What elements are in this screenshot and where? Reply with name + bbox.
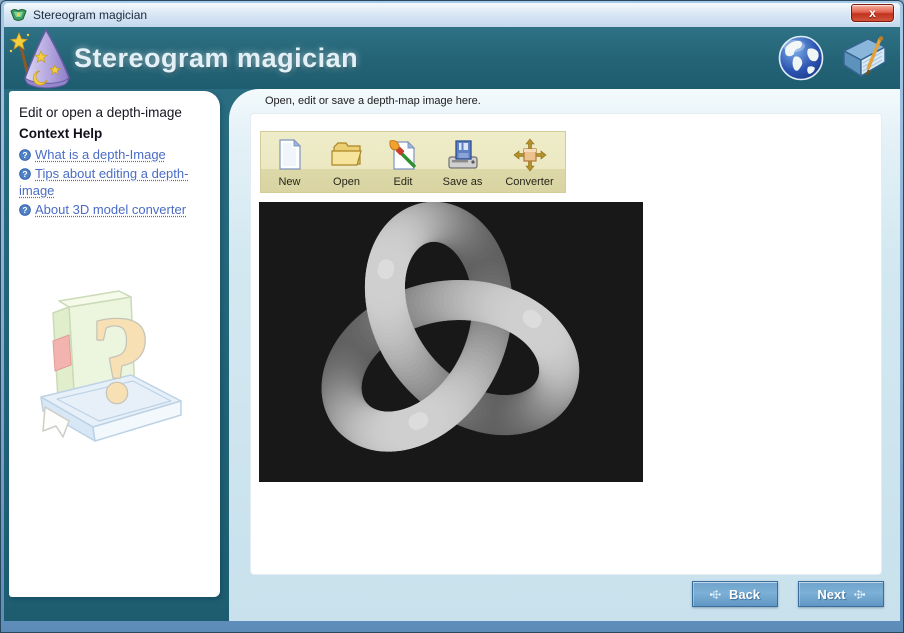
toolbar-label: Edit (394, 173, 413, 192)
wizard-body: Open, edit or save a depth-map image her… (4, 89, 900, 621)
help-books-illustration: ? (23, 279, 195, 457)
context-help-sidebar: Edit or open a depth-image Context Help … (9, 91, 220, 597)
back-button-label: Back (729, 587, 760, 602)
back-button[interactable]: Back (692, 581, 778, 607)
header-banner: Stereogram magician (4, 27, 900, 89)
toolbar-label: Save as (443, 173, 483, 192)
help-link-what-is-depth-image[interactable]: ? What is a depth-Image (19, 146, 212, 163)
app-icon (10, 7, 27, 23)
depth-map-preview (259, 202, 643, 482)
save-as-floppy-icon (445, 136, 481, 173)
help-question-icon: ? (19, 168, 31, 180)
toolbar-label: New (278, 173, 300, 192)
instruction-text: Open, edit or save a depth-map image her… (265, 95, 481, 107)
window-title: Stereogram magician (33, 8, 147, 22)
help-link-label: What is a depth-Image (35, 147, 166, 162)
main-panel: Open, edit or save a depth-map image her… (229, 89, 900, 621)
trefoil-knot-depth-image (259, 202, 643, 482)
converter-button[interactable]: Converter (494, 132, 565, 192)
website-globe-icon[interactable] (778, 35, 824, 81)
next-button-label: Next (817, 587, 845, 602)
3d-converter-icon (513, 136, 547, 173)
next-button[interactable]: Next (798, 581, 884, 607)
help-link-label: Tips about editing a depth-image (19, 166, 188, 198)
save-as-button[interactable]: Save as (431, 132, 494, 192)
depth-image-toolbar: New Open (260, 131, 566, 193)
application-window: Stereogram magician x Stereogram magicia… (0, 0, 904, 633)
help-link-label: About 3D model converter (35, 202, 186, 217)
help-link-about-converter[interactable]: ? About 3D model converter (19, 201, 212, 218)
svg-text:?: ? (22, 169, 27, 179)
close-icon: x (869, 6, 876, 20)
title-bar: Stereogram magician x (4, 3, 900, 27)
back-arrow-icon (710, 588, 723, 601)
close-button[interactable]: x (851, 4, 894, 22)
new-document-icon (274, 136, 306, 173)
header-icon-group (778, 35, 900, 81)
edit-brush-icon (386, 136, 420, 173)
toolbar-label: Converter (505, 173, 553, 192)
open-button[interactable]: Open (318, 132, 375, 192)
context-help-title: Context Help (19, 126, 212, 141)
content-panel: New Open (250, 113, 882, 575)
edit-button[interactable]: Edit (375, 132, 431, 192)
svg-text:?: ? (90, 291, 152, 428)
help-question-icon: ? (19, 204, 31, 216)
open-folder-icon (330, 136, 364, 173)
svg-text:?: ? (22, 205, 27, 215)
new-button[interactable]: New (261, 132, 318, 192)
header-app-title: Stereogram magician (74, 43, 358, 74)
sidebar-step-heading: Edit or open a depth-image (19, 105, 212, 120)
toolbar-label: Open (333, 173, 360, 192)
help-book-icon[interactable] (838, 35, 890, 81)
help-question-icon: ? (19, 149, 31, 161)
svg-text:?: ? (22, 150, 27, 160)
next-arrow-icon (852, 588, 865, 601)
wizard-hat-logo (8, 27, 72, 89)
help-link-tips-editing[interactable]: ? Tips about editing a depth-image (19, 165, 212, 199)
